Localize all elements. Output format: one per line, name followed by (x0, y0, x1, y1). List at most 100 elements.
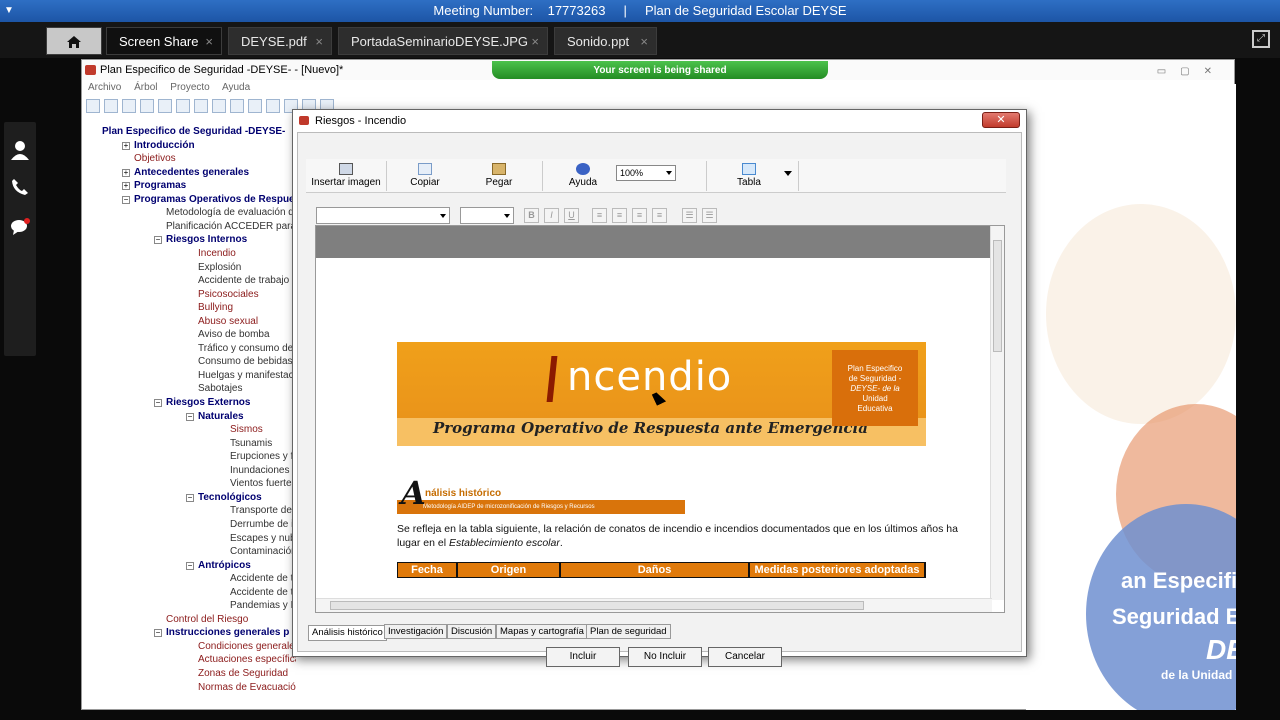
tree-item[interactable]: Tsunamis (230, 438, 272, 450)
tree-expander-icon[interactable]: − (154, 399, 162, 407)
trash-icon[interactable] (212, 99, 226, 113)
window-controls[interactable]: ▭▢✕ (1157, 62, 1226, 82)
horizontal-scrollbar[interactable] (316, 598, 992, 612)
menu-proyecto[interactable]: Proyecto (170, 82, 209, 93)
new-icon[interactable] (86, 99, 100, 113)
tree-expander-icon[interactable]: − (186, 412, 194, 421)
close-tab-icon[interactable]: × (531, 28, 539, 56)
tree-item[interactable]: Huelgas y manifestacio (198, 370, 296, 382)
tree-item[interactable]: Accidente de trabajo (198, 275, 289, 287)
close-tab-icon[interactable]: × (640, 28, 648, 56)
tree-item[interactable]: Vientos fuertes (230, 478, 296, 490)
tree-item[interactable]: Sabotajes (198, 383, 242, 395)
tree-expander-icon[interactable]: − (186, 493, 194, 502)
tree-item[interactable]: Zonas de Seguridad (198, 668, 288, 680)
wand-icon[interactable] (104, 99, 118, 113)
tree-item[interactable]: Pandemias y E (230, 600, 296, 612)
menu-archivo[interactable]: Archivo (88, 82, 121, 93)
tree-item[interactable]: Metodología de evaluación de (166, 207, 296, 219)
align-center-icon[interactable]: ≡ (612, 208, 627, 223)
tools-icon[interactable] (266, 99, 280, 113)
menu-arbol[interactable]: Árbol (134, 82, 157, 93)
tree-item[interactable]: Planificación ACCEDER para e (166, 221, 296, 233)
scroll-thumb-h[interactable] (330, 601, 864, 610)
zoom-select[interactable]: 100% (616, 165, 676, 181)
tab-deyse-pdf[interactable]: DEYSE.pdf × (228, 27, 332, 55)
tree-item[interactable]: Explosión (198, 262, 241, 274)
tab-plan-seguridad[interactable]: Plan de seguridad (586, 624, 671, 639)
tree-item[interactable]: Contaminación (230, 546, 296, 558)
tree-expander-icon[interactable]: + (122, 168, 130, 177)
tree-item[interactable]: Riesgos Externos (166, 397, 250, 409)
not-include-button[interactable]: No Incluir (628, 647, 702, 667)
tree-item[interactable]: Instrucciones generales p (166, 627, 289, 639)
tree-item[interactable]: Psicosociales (198, 289, 259, 301)
add-icon[interactable] (230, 99, 244, 113)
table-dropdown-icon[interactable] (784, 171, 792, 180)
tree-item[interactable]: Bullying (198, 302, 233, 314)
tab-sonido-ppt[interactable]: Sonido.ppt × (554, 27, 657, 55)
participants-icon[interactable] (9, 140, 31, 162)
tab-portada-jpg[interactable]: PortadaSeminarioDEYSE.JPG × (338, 27, 548, 55)
find-icon[interactable] (176, 99, 190, 113)
bullet-list-icon[interactable]: ☰ (702, 208, 717, 223)
italic-button[interactable]: I (544, 208, 559, 223)
tree-item[interactable]: Antrópicos (198, 560, 251, 572)
home-tab[interactable] (46, 27, 102, 55)
tree-expander-icon[interactable]: + (122, 182, 130, 191)
tree-expander-icon[interactable]: + (122, 141, 130, 150)
close-tab-icon[interactable]: × (205, 28, 213, 56)
tree-item[interactable]: Erupciones y fe (230, 451, 296, 463)
tab-discusion[interactable]: Discusión (447, 624, 497, 639)
tab-analisis-historico[interactable]: Análisis histórico (308, 625, 387, 641)
tree-item[interactable]: Condiciones generales (198, 641, 296, 653)
tree-item[interactable]: Plan Especifico de Seguridad -DEYSE- (102, 126, 285, 138)
remove-icon[interactable] (248, 99, 262, 113)
document-editor[interactable]: ncendio Programa Operativo de Respuesta … (315, 225, 1005, 613)
scroll-thumb[interactable] (993, 240, 1002, 352)
tree-item[interactable]: Sismos (230, 424, 263, 436)
insert-image-button[interactable]: Insertar imagen (310, 159, 382, 193)
help-button[interactable]: Ayuda (556, 159, 610, 193)
close-icon[interactable]: ✕ (982, 112, 1020, 128)
tree-item[interactable]: Incendio (198, 248, 236, 260)
tree-item[interactable]: Escapes y nub (230, 533, 296, 545)
tab-mapas[interactable]: Mapas y cartografía (496, 624, 588, 639)
tree-item[interactable]: Consumo de bebidas al (198, 356, 296, 368)
include-button[interactable]: Incluir (546, 647, 620, 667)
table-button[interactable]: Tabla (722, 159, 776, 193)
tree-item[interactable]: Derrumbe de in (230, 519, 296, 531)
tree-item[interactable]: Accidente de tr (230, 587, 296, 599)
tab-investigacion[interactable]: Investigación (384, 624, 448, 639)
copy-button[interactable]: Copiar (398, 159, 452, 193)
phone-icon[interactable] (9, 178, 31, 200)
tree-item[interactable]: Aviso de bomba (198, 329, 270, 341)
open-icon[interactable] (122, 99, 136, 113)
numbered-list-icon[interactable]: ☰ (682, 208, 697, 223)
tree-expander-icon[interactable]: − (186, 561, 194, 570)
tree-item[interactable]: Tráfico y consumo de d (198, 343, 296, 355)
tree-item[interactable]: Abuso sexual (198, 316, 258, 328)
tree-item[interactable]: Programas (134, 180, 186, 192)
tree-item[interactable]: Transporte de m (230, 505, 296, 517)
align-left-icon[interactable]: ≡ (592, 208, 607, 223)
tree-item[interactable]: Actuaciones específica (198, 654, 296, 666)
fullscreen-icon[interactable]: ⤢ (1252, 30, 1270, 48)
collapse-caret-icon[interactable]: ▼ (4, 0, 14, 22)
vertical-scrollbar[interactable] (990, 226, 1004, 600)
close-tab-icon[interactable]: × (315, 28, 323, 56)
tree-item[interactable]: Inundaciones (230, 465, 290, 477)
font-size-select[interactable] (460, 207, 514, 224)
chat-icon[interactable] (9, 218, 31, 240)
tree-item[interactable]: Tecnológicos (198, 492, 262, 504)
tree-item[interactable]: Objetivos (134, 153, 176, 165)
preview-icon[interactable] (158, 99, 172, 113)
menu-ayuda[interactable]: Ayuda (222, 82, 250, 93)
tree-item[interactable]: Accidente de tr (230, 573, 296, 585)
tree-expander-icon[interactable]: − (122, 195, 130, 204)
tab-screen-share[interactable]: Screen Share × (106, 27, 222, 55)
tree-expander-icon[interactable]: − (154, 629, 162, 638)
delete-icon[interactable] (194, 99, 208, 113)
tree-item[interactable]: Normas de Evacuación (198, 682, 296, 691)
tree-item[interactable]: Antecedentes generales (134, 167, 249, 179)
